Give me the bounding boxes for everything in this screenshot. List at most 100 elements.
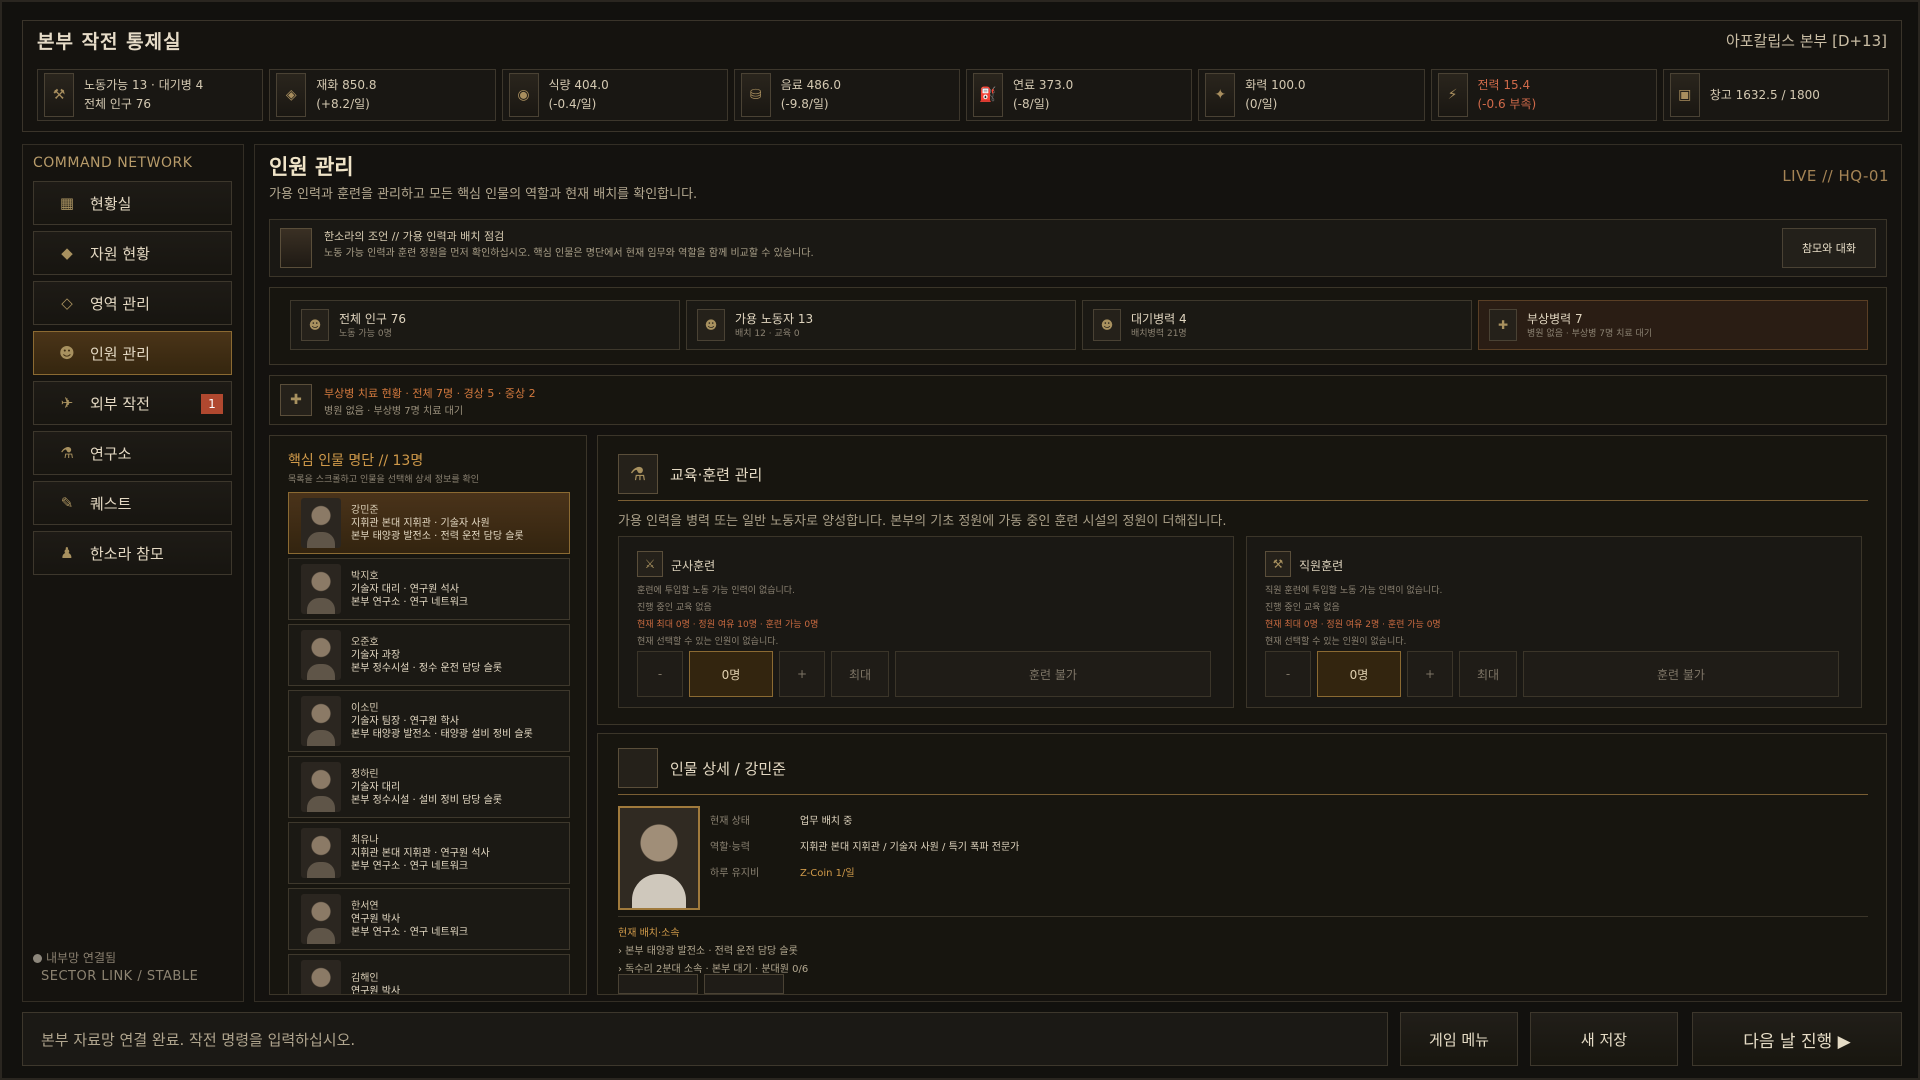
sidebar-item-status-room[interactable]: ▦ 현황실 [33,181,232,225]
next-day-button[interactable]: 다음 날 진행 ▶ [1692,1012,1902,1066]
population-value: 부상병력 7 [1527,311,1583,326]
resource-text: 재화 850.8 (+8.2/일) [316,76,376,114]
roster-person[interactable]: 이소민 기술자 팀장 · 연구원 학사 본부 태양광 발전소 · 태양광 설비 정비… [288,690,570,752]
sidebar-item-territory[interactable]: ◇ 영역 관리 [33,281,232,325]
person-name: 정하린 [351,768,379,780]
person-info: 최유나 지휘관 본대 지휘관 · 연구원 석사 본부 연구소 · 연구 네트워크 [351,834,490,873]
detail-tab[interactable] [704,974,784,994]
training-controls: -0명 + 최대 훈련 불가 [637,651,1211,697]
water-icon: ⛁ [740,73,771,117]
training-panel: ⚗ 교육·훈련 관리 가용 인력을 병력 또는 일반 노동자로 양성합니다. 본… [597,435,1887,725]
sidebar-item-personnel[interactable]: ☻ 인원 관리 [33,331,232,375]
sidebar: COMMAND NETWORK ▦ 현황실 ◆ 자원 현황 ◇ 영역 관리 ☻ 인원 관리 ✈ 외… [22,144,244,1002]
sidebar-item-label: 현황실 [90,194,132,213]
roster-list[interactable]: 강민준 지휘관 본대 지휘관 · 기술자 사원 본부 태양광 발전소 · 전력 운전… [288,492,570,995]
sidebar-item-label: 한소라 참모 [90,544,164,563]
person-post: 본부 연구소 · 연구 네트워크 [351,926,469,938]
detail-value: 업무 배치 중 [800,816,853,827]
material-icon: ◈ [276,73,307,117]
sidebar-item-label: 연구소 [90,444,132,463]
operation-icon: ✈ [60,394,74,412]
person-info: 이소민 기술자 팀장 · 연구원 학사 본부 태양광 발전소 · 태양광 설비 정비… [351,702,533,741]
detail-row: 역할·능력 지휘관 본대 지휘관 / 기술자 사원 / 특기 폭파 전문가 [710,838,1019,853]
medical-icon: ✚ [280,384,312,416]
storage-icon: ▣ [1669,73,1700,117]
resource-text: 전력 15.4 (-0.6 부족) [1478,76,1537,114]
person-name: 한서연 [351,900,379,912]
max-button[interactable]: 최대 [1459,651,1517,697]
population-text: 부상병력 7 병원 없음 · 부상병 7명 치료 대기 [1527,312,1652,339]
person-info: 정하린 기술자 대리 본부 정수시설 · 설비 정비 담당 슬롯 [351,768,502,807]
train-button[interactable]: 훈련 불가 [895,651,1211,697]
detail-tab[interactable] [618,974,698,994]
sidebar-item-label: 자원 현황 [90,244,150,263]
training-info-l2: 진행 중인 교육 없음 [637,603,712,613]
sidebar-nav: ▦ 현황실 ◆ 자원 현황 ◇ 영역 관리 ☻ 인원 관리 ✈ 외부 작전 1 ⚗ 연구소 ✎ 퀘스트 ♟ 한소… [33,181,232,581]
roster-person[interactable]: 최유나 지휘관 본대 지휘관 · 연구원 석사 본부 연구소 · 연구 네트워크 [288,822,570,884]
roster-person[interactable]: 오준호 기술자 과장 본부 정수시설 · 정수 운전 담당 슬롯 [288,624,570,686]
increment-button[interactable]: + [1407,651,1453,697]
roster-person[interactable]: 정하린 기술자 대리 본부 정수시설 · 설비 정비 담당 슬롯 [288,756,570,818]
command-input[interactable]: 본부 자료망 연결 완료. 작전 명령을 입력하십시오. [22,1012,1388,1066]
population-sub: 노동 가능 0명 [339,328,392,339]
firepower-icon: ✦ [1205,73,1236,117]
detail-key: 현재 상태 [710,816,750,827]
person-avatar [301,498,341,548]
person-post: 본부 정수시설 · 설비 정비 담당 슬롯 [351,794,503,806]
sidebar-item-operation[interactable]: ✈ 외부 작전 1 [33,381,232,425]
power-icon: ⚡ [1437,73,1468,117]
person-name: 강민준 [351,504,379,516]
resource-storage: ▣ 창고 1632.5 / 1800 [1662,69,1889,121]
training-type-icon: ⚒ [1265,551,1291,577]
population-sub: 배치병력 21명 [1131,328,1187,339]
detail-row: 현재 상태 업무 배치 중 [710,812,852,827]
wounded-icon: ✚ [1489,309,1517,341]
sidebar-item-quest[interactable]: ✎ 퀘스트 [33,481,232,525]
roster-person[interactable]: 강민준 지휘관 본대 지휘관 · 기술자 사원 본부 태양광 발전소 · 전력 운전… [288,492,570,554]
roster-title: 핵심 인물 명단 // 13명 [288,453,424,469]
person-role: 연구원 박사 [351,986,401,995]
roster-person[interactable]: 한서연 연구원 박사 본부 연구소 · 연구 네트워크 [288,888,570,950]
training-count: 0명 [689,651,773,697]
roster-person[interactable]: 김해인연구원 박사 [288,954,570,995]
population-card: ☻ 전체 인구 76 노동 가능 0명 [290,300,680,350]
decrement-button[interactable]: - [637,651,683,697]
person-name: 김해인 [351,973,379,984]
roster-person[interactable]: 박지호 기술자 대리 · 연구원 석사 본부 연구소 · 연구 네트워크 [288,558,570,620]
train-button[interactable]: 훈련 불가 [1523,651,1839,697]
save-button[interactable]: 새 저장 [1530,1012,1678,1066]
max-button[interactable]: 최대 [831,651,889,697]
divider [618,794,1868,795]
population-icon: ☻ [1093,309,1121,341]
sidebar-item-label: 퀘스트 [90,494,132,513]
increment-button[interactable]: + [779,651,825,697]
sidebar-item-resource[interactable]: ◆ 자원 현황 [33,231,232,275]
person-name: 오준호 [351,636,379,648]
person-avatar [301,696,341,746]
person-info: 김해인연구원 박사 [351,972,401,995]
detail-row: 하루 유지비 Z-Coin 1/일 [710,864,855,879]
resource-rate: (-0.4/일) [548,97,597,111]
network-status: 내부망 연결됨 [33,949,116,966]
person-info: 박지호 기술자 대리 · 연구원 석사 본부 연구소 · 연구 네트워크 [351,570,468,609]
sidebar-item-advisor[interactable]: ♟ 한소라 참모 [33,531,232,575]
training-info-l3: 현재 최대 0명 · 정원 여유 2명 · 훈련 가능 0명 [1265,620,1441,630]
talk-to-advisor-button[interactable]: 참모와 대화 [1782,228,1876,268]
person-post: 본부 연구소 · 연구 네트워크 [351,596,469,608]
decrement-button[interactable]: - [1265,651,1311,697]
resource-food: ◉ 식량 404.0 (-0.4/일) [501,69,728,121]
resource-value: 음료 486.0 [780,78,841,92]
detail-key: 역할·능력 [710,842,750,853]
population-summary: ☻ 전체 인구 76 노동 가능 0명 ☻ 가용 노동자 13 배치 12 · 교육 0 ☻… [269,287,1887,365]
training-type-icon: ⚔ [637,551,663,577]
advisor-text: 노동 가능 인력과 훈련 정원을 먼저 확인하십시오. 핵심 인물은 명단에서 … [324,248,814,259]
training-controls: -0명 + 최대 훈련 불가 [1265,651,1839,697]
person-role: 지휘관 본대 지휘관 · 기술자 사원 [351,517,490,529]
sidebar-item-lab[interactable]: ⚗ 연구소 [33,431,232,475]
resource-value: 창고 1632.5 / 1800 [1709,87,1820,102]
lab-icon: ⚗ [60,444,74,462]
population-sub: 병원 없음 · 부상병 7명 치료 대기 [1527,328,1653,339]
resource-text: 창고 1632.5 / 1800 [1710,86,1820,105]
advisor-portrait [280,228,312,268]
game-menu-button[interactable]: 게임 메뉴 [1400,1012,1518,1066]
